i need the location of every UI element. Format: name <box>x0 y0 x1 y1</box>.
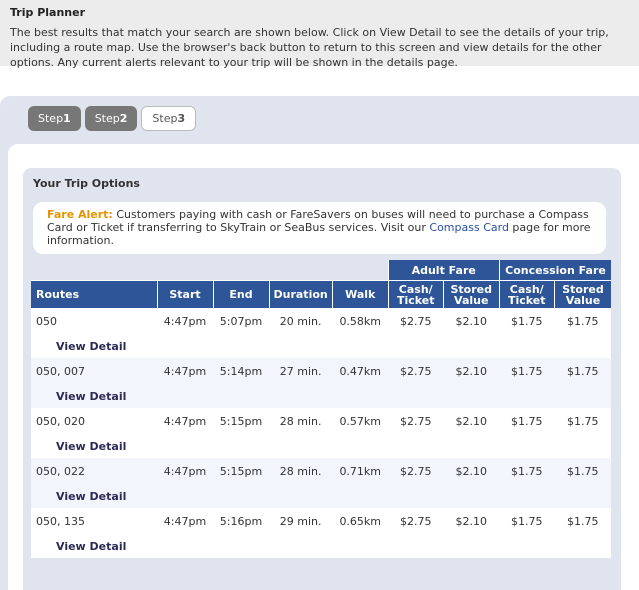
col-adult-stored-line2: Value <box>454 293 489 307</box>
trip-walk: 0.65km <box>332 508 389 534</box>
trip-duration: 20 min. <box>269 308 333 334</box>
col-end: End <box>212 280 269 308</box>
step-1-number: 1 <box>63 112 71 125</box>
trip-adult-cash: $2.75 <box>388 358 444 384</box>
view-detail-link[interactable]: View Detail <box>31 534 612 558</box>
view-detail-link[interactable]: View Detail <box>31 434 612 458</box>
trip-row: 050, 020 4:47pm 5:15pm 28 min. 0.57km $2… <box>31 408 612 434</box>
trip-routes: 050 <box>31 308 157 334</box>
trip-end: 5:15pm <box>213 408 269 434</box>
trip-adult-stored: $2.10 <box>443 408 500 434</box>
trip-detail-row: View Detail <box>31 434 612 458</box>
step-3-tab[interactable]: Step3 <box>141 106 197 131</box>
trip-routes: 050, 022 <box>31 458 157 484</box>
trip-duration: 29 min. <box>269 508 333 534</box>
trip-walk: 0.47km <box>332 358 389 384</box>
trip-end: 5:14pm <box>213 358 269 384</box>
trip-concession-stored: $1.75 <box>554 458 612 484</box>
trip-routes: 050, 007 <box>31 358 157 384</box>
trip-walk: 0.57km <box>332 408 389 434</box>
trip-detail-row: View Detail <box>31 484 612 508</box>
adult-fare-header: Adult Fare <box>387 260 500 281</box>
step-2-tab[interactable]: Step2 <box>84 106 138 131</box>
trip-walk: 0.58km <box>332 308 389 334</box>
trip-adult-stored: $2.10 <box>443 308 500 334</box>
trip-adult-cash: $2.75 <box>388 408 444 434</box>
trip-duration: 28 min. <box>269 458 333 484</box>
trip-options-table: Adult Fare Concession Fare Routes Start … <box>31 260 612 558</box>
trip-end: 5:16pm <box>213 508 269 534</box>
trip-duration: 28 min. <box>269 408 333 434</box>
col-walk: Walk <box>331 280 389 308</box>
trip-duration: 27 min. <box>269 358 333 384</box>
trip-row: 050, 007 4:47pm 5:14pm 27 min. 0.47km $2… <box>31 358 612 384</box>
trip-row: 050, 022 4:47pm 5:15pm 28 min. 0.71km $2… <box>31 458 612 484</box>
trip-adult-cash: $2.75 <box>388 308 444 334</box>
view-detail-link[interactable]: View Detail <box>31 334 612 358</box>
col-concession-stored: Stored Value <box>553 280 612 308</box>
compass-card-link[interactable]: Compass Card <box>429 221 509 234</box>
trip-routes: 050, 135 <box>31 508 157 534</box>
concession-fare-header: Concession Fare <box>498 260 612 281</box>
trip-concession-stored: $1.75 <box>554 308 612 334</box>
trip-concession-stored: $1.75 <box>554 508 612 534</box>
trip-adult-stored: $2.10 <box>443 458 500 484</box>
trip-concession-stored: $1.75 <box>554 358 612 384</box>
group-header-spacer <box>31 260 388 281</box>
trip-concession-cash: $1.75 <box>499 408 555 434</box>
fare-alert: Fare Alert: Customers paying with cash o… <box>33 202 606 254</box>
page-header: Trip Planner The best results that match… <box>0 0 639 69</box>
results-area: Your Trip Options Fare Alert: Customers … <box>8 144 639 590</box>
trip-planner-container: Step1 Step2 Step3 Your Trip Options Fare A… <box>0 96 639 590</box>
trip-start: 4:47pm <box>157 508 213 534</box>
col-adult-cash-line2: Ticket <box>396 293 435 307</box>
trip-row: 050, 135 4:47pm 5:16pm 29 min. 0.65km $2… <box>31 508 612 534</box>
step-tabs: Step1 Step2 Step3 <box>28 106 200 131</box>
trip-concession-stored: $1.75 <box>554 408 612 434</box>
trip-start: 4:47pm <box>157 408 213 434</box>
trip-end: 5:15pm <box>213 458 269 484</box>
trip-adult-stored: $2.10 <box>443 358 500 384</box>
step-2-label: Step <box>94 112 120 125</box>
col-concession-cash-line2: Ticket <box>507 293 546 307</box>
trip-row: 050 4:47pm 5:07pm 20 min. 0.58km $2.75 $… <box>31 308 612 334</box>
col-start: Start <box>156 280 213 308</box>
col-duration: Duration <box>268 280 333 308</box>
trip-end: 5:07pm <box>213 308 269 334</box>
trip-options-panel: Your Trip Options Fare Alert: Customers … <box>23 168 621 590</box>
trip-routes: 050, 020 <box>31 408 157 434</box>
trip-adult-cash: $2.75 <box>388 508 444 534</box>
trip-detail-row: View Detail <box>31 334 612 358</box>
step-1-label: Step <box>38 112 64 125</box>
trip-concession-cash: $1.75 <box>499 458 555 484</box>
step-3-label: Step <box>152 112 178 125</box>
page-title: Trip Planner <box>10 6 85 19</box>
col-concession-cash: Cash/Ticket <box>498 280 555 308</box>
panel-title: Your Trip Options <box>33 177 140 190</box>
col-adult-stored: Stored Value <box>442 280 500 308</box>
trip-concession-cash: $1.75 <box>499 508 555 534</box>
view-detail-link[interactable]: View Detail <box>31 384 612 408</box>
trip-start: 4:47pm <box>157 358 213 384</box>
trip-start: 4:47pm <box>157 458 213 484</box>
col-concession-stored-line2: Value <box>565 293 601 307</box>
step-2-number: 2 <box>119 112 128 125</box>
trip-adult-stored: $2.10 <box>443 508 500 534</box>
trip-adult-cash: $2.75 <box>388 458 444 484</box>
col-adult-cash: Cash/Ticket <box>387 280 444 308</box>
trip-start: 4:47pm <box>157 308 213 334</box>
step-3-number: 3 <box>177 112 186 125</box>
step-1-tab[interactable]: Step1 <box>28 106 81 131</box>
trip-detail-row: View Detail <box>31 384 612 408</box>
trip-concession-cash: $1.75 <box>499 308 555 334</box>
col-routes: Routes <box>31 280 157 308</box>
trip-concession-cash: $1.75 <box>499 358 555 384</box>
fare-group-header-row: Adult Fare Concession Fare <box>31 260 612 281</box>
intro-text: The best results that match your search … <box>10 26 609 69</box>
trip-walk: 0.71km <box>332 458 389 484</box>
fare-alert-label: Fare Alert: <box>47 208 113 221</box>
trip-detail-row: View Detail <box>31 534 612 558</box>
column-header-row: Routes Start End Duration Walk Cash/Tick… <box>31 280 612 308</box>
view-detail-link[interactable]: View Detail <box>31 484 612 508</box>
